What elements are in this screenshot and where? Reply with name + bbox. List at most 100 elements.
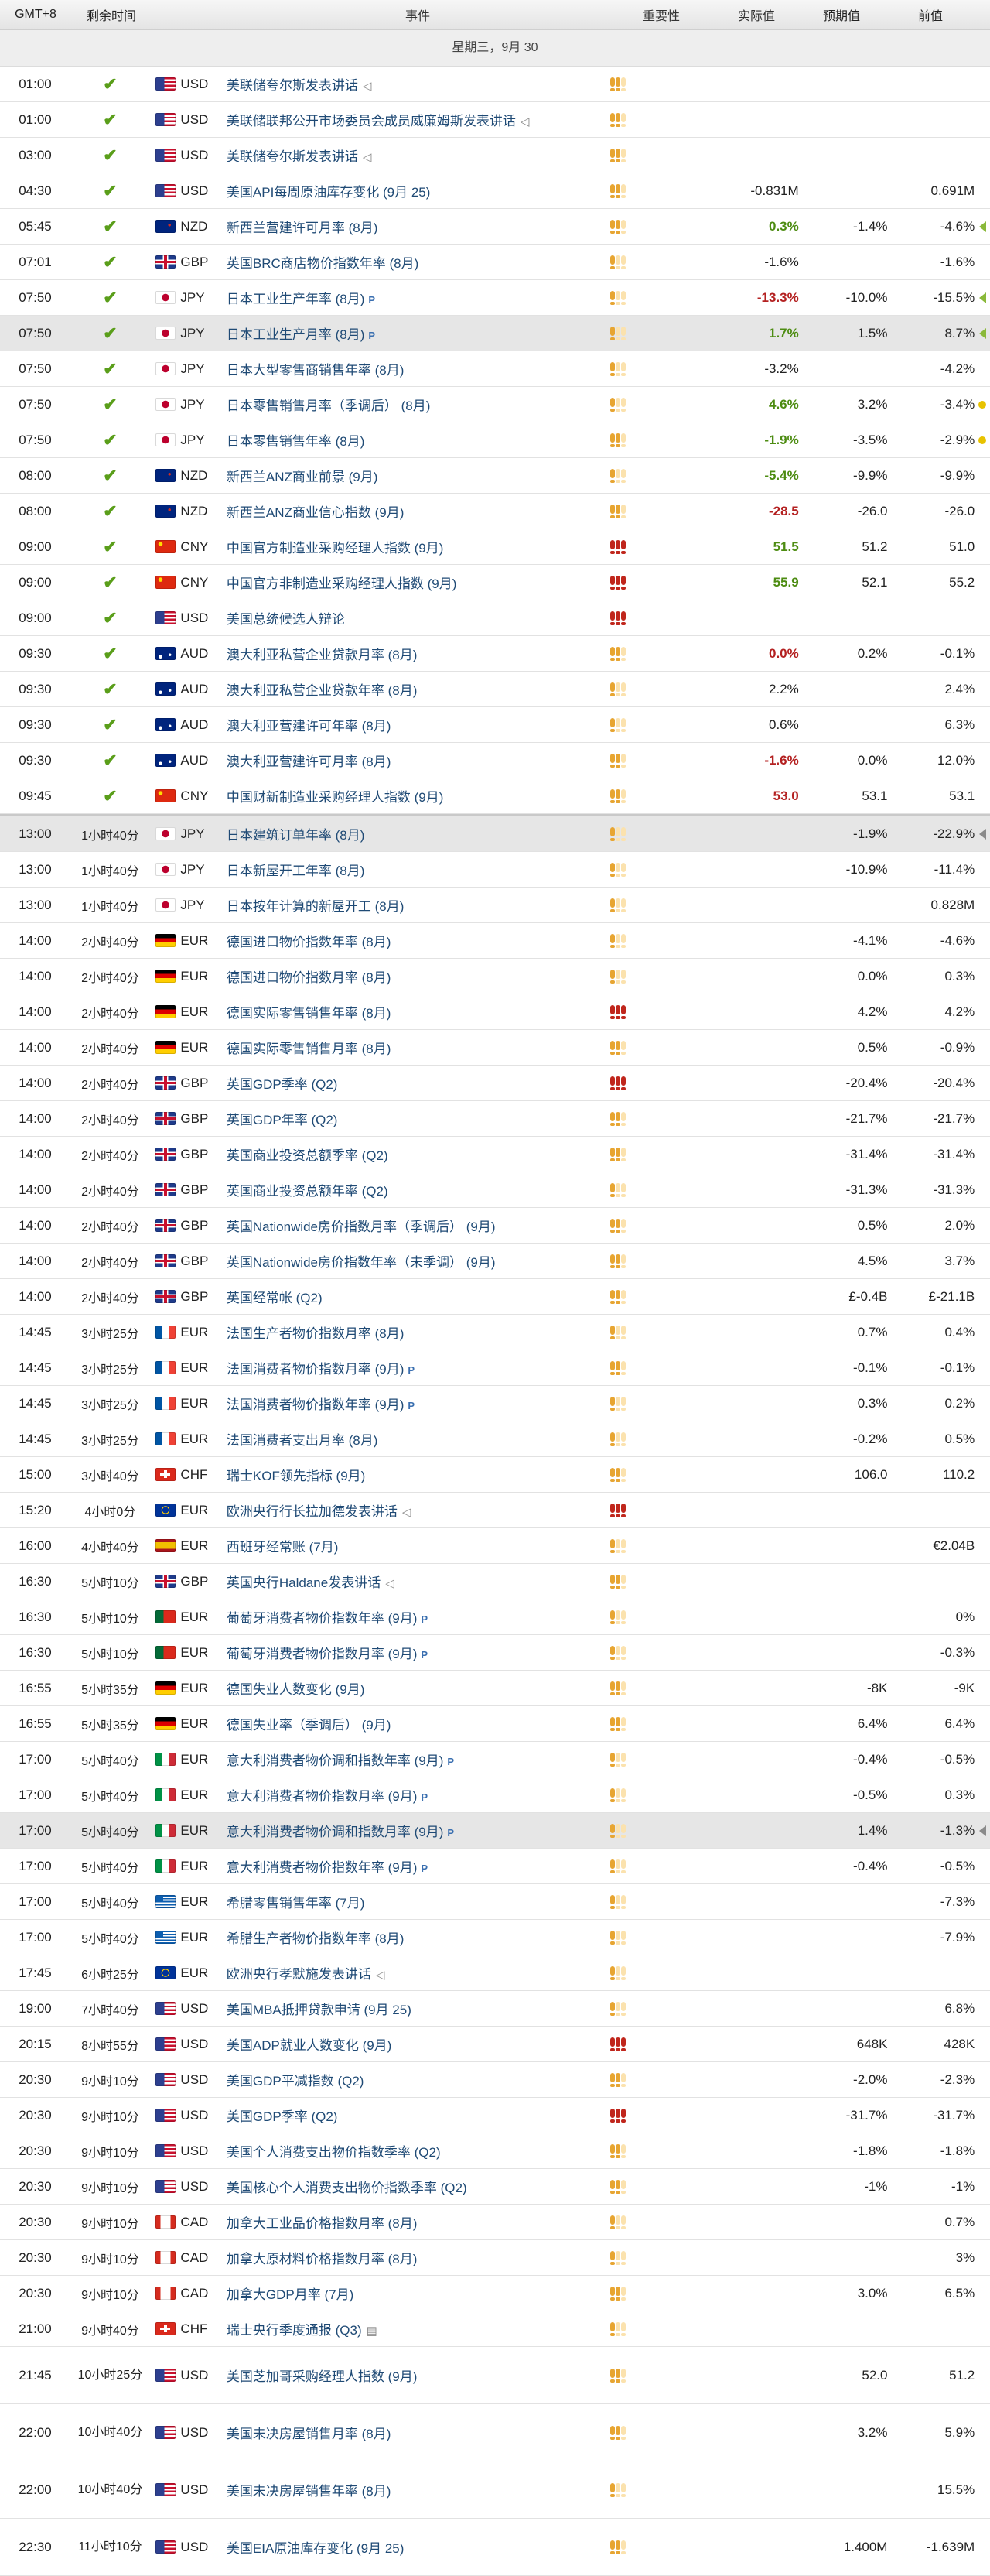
table-row[interactable]: 09:30 ✔ AUD 澳大利亚私营企业贷款年率 (8月) 2.2% 2.4% — [0, 672, 990, 707]
table-row[interactable]: 17:00 5小时40分 EUR 意大利消费者物价指数年率 (9月) P -0.4% -0.… — [0, 1849, 990, 1884]
table-row[interactable]: 22:00 10小时40分 USD 美国未决房屋销售月率 (8月) 3.2% 5.9% — [0, 2404, 990, 2461]
table-row[interactable]: 15:20 4小时0分 EUR 欧洲央行行长拉加德发表讲话 ◁ — [0, 1493, 990, 1528]
event-link[interactable]: 澳大利亚私营企业贷款年率 (8月) — [227, 683, 418, 698]
event-link[interactable]: 加拿大工业品价格指数月率 (8月) — [227, 2216, 418, 2231]
event-link[interactable]: 英国Nationwide房价指数月率（季调后） (9月) — [227, 1220, 496, 1234]
event-link[interactable]: 法国消费者物价指数年率 (9月) — [227, 1397, 405, 1412]
event-link[interactable]: 欧洲央行行长拉加德发表讲话 — [227, 1504, 398, 1519]
event-link[interactable]: 英国GDP季率 (Q2) — [227, 1077, 338, 1092]
event-link[interactable]: 美国未决房屋销售年率 (8月) — [227, 2484, 391, 2499]
event-link[interactable]: 澳大利亚私营企业贷款月率 (8月) — [227, 648, 418, 662]
triangle-left-icon[interactable] — [978, 327, 986, 339]
table-row[interactable]: 17:00 5小时40分 EUR 希腊零售销售年率 (7月) -7.3% — [0, 1884, 990, 1920]
event-link[interactable]: 德国实际零售销售年率 (8月) — [227, 1006, 391, 1021]
table-row[interactable]: 22:30 11小时10分 USD 美国EIA原油库存变化 (9月 25) 1.400M… — [0, 2519, 990, 2576]
table-row[interactable]: 20:30 9小时10分 CAD 加拿大GDP月率 (7月) 3.0% 6.5% — [0, 2276, 990, 2311]
table-row[interactable]: 17:00 5小时40分 EUR 意大利消费者物价调和指数月率 (9月) P 1.4% -1… — [0, 1813, 990, 1849]
table-row[interactable]: 09:00 ✔ USD 美国总统候选人辩论 — [0, 600, 990, 636]
event-link[interactable]: 英国Nationwide房价指数年率（未季调） (9月) — [227, 1255, 496, 1270]
event-link[interactable]: 美国未决房屋销售月率 (8月) — [227, 2427, 391, 2441]
table-row[interactable]: 01:00 ✔ USD 美联储夸尔斯发表讲话 ◁ — [0, 67, 990, 102]
table-row[interactable]: 20:30 9小时10分 USD 美国GDP季率 (Q2) -31.7% -31.7% — [0, 2098, 990, 2133]
table-row[interactable]: 14:00 2小时40分 EUR 德国实际零售销售月率 (8月) 0.5% -0.9% — [0, 1030, 990, 1066]
triangle-left-icon[interactable] — [978, 292, 986, 303]
table-row[interactable]: 14:00 2小时40分 GBP 英国GDP季率 (Q2) -20.4% -20.4% — [0, 1066, 990, 1101]
event-link[interactable]: 中国官方制造业采购经理人指数 (9月) — [227, 541, 444, 556]
table-row[interactable]: 14:45 3小时25分 EUR 法国生产者物价指数月率 (8月) 0.7% 0.4% — [0, 1315, 990, 1350]
event-link[interactable]: 美联储夸尔斯发表讲话 — [227, 149, 358, 164]
table-row[interactable]: 14:45 3小时25分 EUR 法国消费者物价指数月率 (9月) P -0.1% -0.1… — [0, 1350, 990, 1386]
event-link[interactable]: 英国BRC商店物价指数年率 (8月) — [227, 256, 418, 271]
event-link[interactable]: 瑞士央行季度通报 (Q3) — [227, 2323, 362, 2338]
event-link[interactable]: 美国ADP就业人数变化 (9月) — [227, 2038, 391, 2053]
table-row[interactable]: 21:00 9小时40分 CHF 瑞士央行季度通报 (Q3) ▤ — [0, 2311, 990, 2347]
table-row[interactable]: 17:00 5小时40分 EUR 希腊生产者物价指数年率 (8月) -7.9% — [0, 1920, 990, 1955]
event-link[interactable]: 加拿大GDP月率 (7月) — [227, 2287, 353, 2302]
table-row[interactable]: 07:50 ✔ JPY 日本零售销售年率 (8月) -1.9% -3.5% -2.9% — [0, 422, 990, 458]
event-link[interactable]: 日本零售销售年率 (8月) — [227, 434, 365, 449]
table-row[interactable]: 14:00 2小时40分 GBP 英国商业投资总额年率 (Q2) -31.3% -31.3… — [0, 1172, 990, 1208]
event-link[interactable]: 美联储夸尔斯发表讲话 — [227, 78, 358, 93]
event-link[interactable]: 日本新屋开工年率 (8月) — [227, 864, 365, 878]
table-row[interactable]: 14:00 2小时40分 GBP 英国商业投资总额季率 (Q2) -31.4% -31.4… — [0, 1137, 990, 1172]
event-link[interactable]: 意大利消费者物价调和指数年率 (9月) — [227, 1753, 444, 1768]
event-link[interactable]: 美国核心个人消费支出物价指数季率 (Q2) — [227, 2181, 467, 2195]
table-row[interactable]: 14:00 2小时40分 GBP 英国经常帐 (Q2) £-0.4B £-21.1B — [0, 1279, 990, 1315]
table-row[interactable]: 20:30 9小时10分 CAD 加拿大工业品价格指数月率 (8月) 0.7% — [0, 2205, 990, 2240]
table-row[interactable]: 14:45 3小时25分 EUR 法国消费者支出月率 (8月) -0.2% 0.5% — [0, 1421, 990, 1457]
event-link[interactable]: 英国商业投资总额季率 (Q2) — [227, 1148, 388, 1163]
event-link[interactable]: 希腊零售销售年率 (7月) — [227, 1896, 365, 1911]
event-link[interactable]: 德国进口物价指数年率 (8月) — [227, 935, 391, 949]
event-link[interactable]: 德国进口物价指数月率 (8月) — [227, 970, 391, 985]
event-link[interactable]: 新西兰ANZ商业信心指数 (9月) — [227, 505, 405, 520]
table-row[interactable]: 07:50 ✔ JPY 日本工业生产月率 (8月) P 1.7% 1.5% 8.7% — [0, 316, 990, 351]
event-link[interactable]: 葡萄牙消费者物价指数月率 (9月) — [227, 1647, 418, 1661]
event-link[interactable]: 欧洲央行孝默施发表讲话 — [227, 1967, 371, 1982]
event-link[interactable]: 美国GDP平减指数 (Q2) — [227, 2074, 364, 2089]
table-row[interactable]: 09:30 ✔ AUD 澳大利亚营建许可月率 (8月) -1.6% 0.0% 12.0% — [0, 743, 990, 778]
table-row[interactable]: 08:00 ✔ NZD 新西兰ANZ商业信心指数 (9月) -28.5 -26.0 -26.… — [0, 494, 990, 529]
event-link[interactable]: 法国消费者物价指数月率 (9月) — [227, 1362, 405, 1377]
event-link[interactable]: 美联储联邦公开市场委员会成员威廉姆斯发表讲话 — [227, 114, 516, 128]
table-row[interactable]: 14:00 2小时40分 GBP 英国Nationwide房价指数月率（季调后） (9… — [0, 1208, 990, 1244]
event-link[interactable]: 德国失业率（季调后） (9月) — [227, 1718, 391, 1733]
table-row[interactable]: 07:01 ✔ GBP 英国BRC商店物价指数年率 (8月) -1.6% -1.6% — [0, 245, 990, 280]
triangle-left-icon[interactable] — [978, 221, 986, 232]
table-row[interactable]: 21:45 10小时25分 USD 美国芝加哥采购经理人指数 (9月) 52.0 51.2 — [0, 2347, 990, 2404]
table-row[interactable]: 07:50 ✔ JPY 日本零售销售月率（季调后） (8月) 4.6% 3.2% -3.4% — [0, 387, 990, 422]
table-row[interactable]: 09:00 ✔ CNY 中国官方非制造业采购经理人指数 (9月) 55.9 52.1 55.… — [0, 565, 990, 600]
table-row[interactable]: 14:00 2小时40分 EUR 德国进口物价指数年率 (8月) -4.1% -4.6% — [0, 923, 990, 959]
event-link[interactable]: 希腊生产者物价指数年率 (8月) — [227, 1931, 405, 1946]
event-link[interactable]: 瑞士KOF领先指标 (9月) — [227, 1469, 365, 1483]
timezone-header[interactable]: GMT+8 — [0, 8, 71, 22]
table-row[interactable]: 17:00 5小时40分 EUR 意大利消费者物价调和指数年率 (9月) P -0.4% -… — [0, 1742, 990, 1777]
event-link[interactable]: 德国实际零售销售月率 (8月) — [227, 1042, 391, 1056]
event-link[interactable]: 加拿大原材料价格指数月率 (8月) — [227, 2252, 418, 2266]
event-link[interactable]: 英国GDP年率 (Q2) — [227, 1113, 338, 1127]
table-row[interactable]: 17:00 5小时40分 EUR 意大利消费者物价指数月率 (9月) P -0.5% 0.3… — [0, 1777, 990, 1813]
table-row[interactable]: 16:30 5小时10分 EUR 葡萄牙消费者物价指数年率 (9月) P 0% — [0, 1599, 990, 1635]
event-link[interactable]: 意大利消费者物价指数年率 (9月) — [227, 1860, 418, 1875]
event-link[interactable]: 日本建筑订单年率 (8月) — [227, 828, 365, 843]
table-row[interactable]: 07:50 ✔ JPY 日本大型零售商销售年率 (8月) -3.2% -4.2% — [0, 351, 990, 387]
event-link[interactable]: 新西兰营建许可月率 (8月) — [227, 221, 378, 235]
table-row[interactable]: 16:55 5小时35分 EUR 德国失业率（季调后） (9月) 6.4% 6.4% — [0, 1706, 990, 1742]
table-row[interactable]: 05:45 ✔ NZD 新西兰营建许可月率 (8月) 0.3% -1.4% -4.6% — [0, 209, 990, 245]
event-link[interactable]: 中国官方非制造业采购经理人指数 (9月) — [227, 576, 457, 591]
event-link[interactable]: 澳大利亚营建许可年率 (8月) — [227, 719, 391, 734]
table-row[interactable]: 15:00 3小时40分 CHF 瑞士KOF领先指标 (9月) 106.0 110.2 — [0, 1457, 990, 1493]
event-link[interactable]: 日本按年计算的新屋开工 (8月) — [227, 899, 405, 914]
triangle-left-icon[interactable] — [978, 1825, 986, 1836]
event-link[interactable]: 美国芝加哥采购经理人指数 (9月) — [227, 2369, 418, 2384]
table-row[interactable]: 13:00 1小时40分 JPY 日本建筑订单年率 (8月) -1.9% -22.9% — [0, 814, 990, 852]
table-row[interactable]: 20:30 9小时10分 USD 美国个人消费支出物价指数季率 (Q2) -1.8% -1… — [0, 2133, 990, 2169]
table-row[interactable]: 01:00 ✔ USD 美联储联邦公开市场委员会成员威廉姆斯发表讲话 ◁ — [0, 102, 990, 138]
table-row[interactable]: 14:00 2小时40分 GBP 英国GDP年率 (Q2) -21.7% -21.7% — [0, 1101, 990, 1137]
table-row[interactable]: 07:50 ✔ JPY 日本工业生产年率 (8月) P -13.3% -10.0% -15.5… — [0, 280, 990, 316]
table-row[interactable]: 13:00 1小时40分 JPY 日本按年计算的新屋开工 (8月) 0.828M — [0, 888, 990, 923]
event-link[interactable]: 美国总统候选人辩论 — [227, 612, 345, 627]
event-link[interactable]: 日本工业生产月率 (8月) — [227, 327, 365, 342]
table-row[interactable]: 20:30 9小时10分 USD 美国核心个人消费支出物价指数季率 (Q2) -1% -1… — [0, 2169, 990, 2205]
table-row[interactable]: 09:45 ✔ CNY 中国财新制造业采购经理人指数 (9月) 53.0 53.1 53.1 — [0, 778, 990, 814]
event-link[interactable]: 英国商业投资总额年率 (Q2) — [227, 1184, 388, 1199]
